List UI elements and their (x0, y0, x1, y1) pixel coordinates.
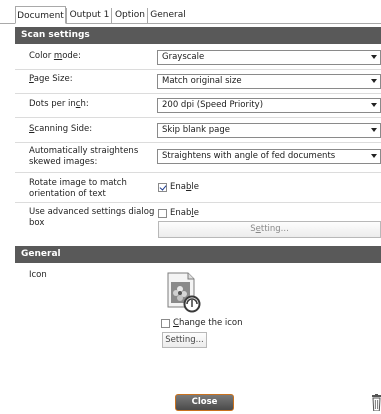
row-divider (15, 142, 381, 143)
row-divider (15, 202, 381, 203)
color-mode-label: Color mode: (29, 51, 81, 61)
tab-output-1[interactable]: Output 1 (66, 8, 112, 23)
change-icon-checkbox[interactable] (161, 319, 170, 328)
scanning-side-value: Skip blank page (162, 125, 230, 135)
dpi-label: Dots per inch: (29, 99, 89, 109)
document-flower-icon (165, 271, 203, 313)
tab-document[interactable]: Document (15, 6, 66, 24)
row-divider (15, 172, 381, 173)
chevron-down-icon (371, 79, 377, 83)
rotate-enable-label[interactable]: Enable (170, 182, 199, 193)
chevron-down-icon (371, 55, 377, 59)
advanced-setting-button[interactable]: Setting... (158, 221, 381, 238)
row-divider (15, 69, 381, 70)
advanced-enable-label[interactable]: Enable (170, 208, 199, 219)
scan-settings-header: Scan settings (15, 27, 381, 44)
tab-bar: Document Output 1 Option General (0, 0, 381, 24)
rotate-label: Rotate image to match orientation of text (29, 178, 127, 199)
advanced-enable-checkbox[interactable] (158, 209, 167, 218)
icon-setting-button[interactable]: Setting... (162, 332, 207, 348)
row-divider (15, 93, 381, 94)
color-mode-select[interactable]: Grayscale (157, 50, 381, 65)
scanning-side-label: Scanning Side: (29, 124, 93, 134)
chevron-down-icon (371, 154, 377, 158)
dpi-select[interactable]: 200 dpi (Speed Priority) (157, 98, 381, 113)
page-size-label: Page Size: (29, 74, 73, 84)
chevron-down-icon (371, 128, 377, 132)
trash-icon[interactable] (372, 394, 381, 414)
page-size-select[interactable]: Match original size (157, 74, 381, 89)
tab-general[interactable]: General (147, 8, 188, 23)
straighten-value: Straightens with angle of fed documents (162, 151, 336, 161)
change-icon-label[interactable]: Change the icon (173, 318, 243, 329)
icon-label: Icon (29, 270, 47, 280)
dpi-value: 200 dpi (Speed Priority) (162, 100, 264, 110)
rotate-enable-checkbox[interactable] (158, 183, 167, 192)
close-button[interactable]: Close (175, 394, 234, 411)
color-mode-value: Grayscale (162, 52, 205, 62)
row-divider (15, 117, 381, 118)
straighten-label: Automatically straightens skewed images: (29, 146, 139, 167)
advanced-label: Use advanced settings dialog box (29, 207, 155, 228)
tab-option[interactable]: Option (111, 8, 148, 23)
page-size-value: Match original size (162, 76, 242, 86)
general-header: General (15, 246, 381, 263)
straighten-select[interactable]: Straightens with angle of fed documents (157, 149, 381, 164)
chevron-down-icon (371, 103, 377, 107)
scanning-side-select[interactable]: Skip blank page (157, 123, 381, 138)
